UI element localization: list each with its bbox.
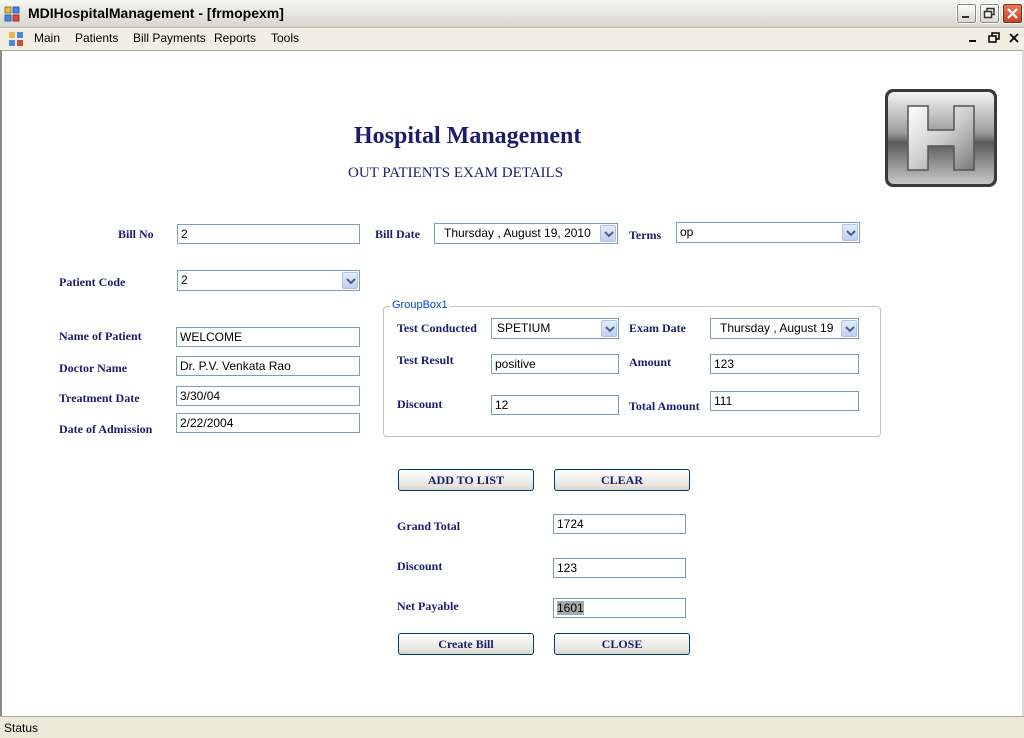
test-conducted-value: SPETIUM (497, 321, 551, 335)
mdi-close-icon[interactable] (1007, 31, 1021, 45)
mdi-restore-icon[interactable] (987, 31, 1001, 45)
close-window-button[interactable] (1002, 3, 1023, 24)
patient-name-field[interactable]: WELCOME (176, 327, 360, 347)
minimize-icon (962, 16, 969, 18)
test-conducted-dropdown-button[interactable] (601, 320, 617, 337)
exam-date-label: Exam Date (629, 321, 686, 335)
bill-date-picker[interactable]: Thursday , August 19, 2010 (434, 223, 618, 244)
menu-bill-payments[interactable]: Bill Payments (133, 31, 206, 45)
title-bar[interactable]: MDIHospitalManagement - [frmopexm] (0, 0, 1024, 28)
amount-field[interactable]: 123 (710, 354, 859, 374)
patient-code-dropdown-button[interactable] (342, 272, 358, 289)
exam-date-dropdown-button[interactable] (841, 320, 857, 337)
patient-name-label: Name of Patient (59, 329, 142, 343)
amount-label: Amount (629, 355, 672, 369)
doctor-name-field[interactable]: Dr. P.V. Venkata Rao (176, 356, 360, 376)
status-bar: Status (0, 716, 1024, 738)
page-title: Hospital Management (354, 123, 582, 149)
chevron-down-icon (605, 326, 615, 333)
exam-date-picker[interactable]: Thursday , August 19 (710, 318, 859, 339)
minimize-button[interactable] (956, 3, 977, 24)
bill-no-label: Bill No (118, 227, 154, 241)
terms-label: Terms (629, 228, 662, 242)
group-discount-label: Discount (397, 397, 443, 411)
menu-reports[interactable]: Reports (214, 31, 256, 45)
test-result-field[interactable]: positive (491, 354, 619, 374)
group-discount-field[interactable]: 12 (491, 395, 619, 415)
status-text: Status (4, 721, 39, 735)
close-icon (1007, 8, 1018, 19)
bill-date-value: Thursday , August 19, 2010 (444, 226, 591, 240)
window-title: MDIHospitalManagement - [frmopexm] (28, 5, 284, 21)
test-conducted-select[interactable]: SPETIUM (491, 318, 619, 339)
treatment-date-field[interactable]: 3/30/04 (176, 386, 360, 406)
menu-patients[interactable]: Patients (75, 31, 118, 45)
bill-no-field[interactable]: 2 (177, 224, 360, 244)
admission-date-label: Date of Admission (59, 422, 153, 436)
clear-button[interactable]: CLEAR (554, 469, 690, 491)
doctor-name-label: Doctor Name (59, 361, 128, 375)
grand-total-field[interactable]: 1724 (553, 514, 686, 534)
totals-discount-field[interactable]: 123 (553, 558, 686, 578)
hospital-logo-icon (885, 89, 997, 187)
menu-tools[interactable]: Tools (271, 31, 299, 45)
page-subtitle: OUT PATIENTS EXAM DETAILS (348, 165, 564, 181)
total-amount-label: Total Amount (629, 399, 700, 413)
group-box-title: GroupBox1 (390, 299, 450, 311)
net-payable-field[interactable]: 1601 (553, 598, 686, 618)
treatment-date-label: Treatment Date (59, 391, 140, 405)
patient-code-value: 2 (181, 273, 188, 287)
create-bill-button[interactable]: Create Bill (398, 633, 534, 655)
patient-code-select[interactable]: 2 (177, 270, 360, 291)
net-payable-label: Net Payable (397, 599, 459, 613)
terms-value: op (680, 225, 694, 239)
form-icon[interactable] (8, 31, 24, 47)
mdi-minimize-icon[interactable] (966, 31, 980, 45)
chevron-down-icon (604, 231, 614, 238)
add-to-list-button[interactable]: ADD TO LIST (398, 469, 534, 491)
close-button[interactable]: CLOSE (554, 633, 690, 655)
grand-total-label: Grand Total (397, 519, 461, 533)
chevron-down-icon (845, 326, 855, 333)
terms-select[interactable]: op (676, 222, 860, 243)
restore-button[interactable] (979, 3, 1000, 24)
bill-date-label: Bill Date (375, 227, 420, 241)
bill-date-dropdown-button[interactable] (600, 225, 616, 242)
menu-bar: Main Patients Bill Payments Reports Tool… (0, 28, 1024, 50)
total-amount-field[interactable]: 111 (710, 391, 859, 411)
terms-dropdown-button[interactable] (842, 224, 858, 241)
app-icon (4, 6, 20, 22)
test-conducted-label: Test Conducted (397, 321, 477, 335)
test-result-label: Test Result (397, 353, 454, 367)
restore-icon (983, 7, 995, 19)
chevron-down-icon (346, 278, 356, 285)
chevron-down-icon (846, 230, 856, 237)
net-payable-value: 1601 (557, 601, 584, 615)
form-client-area: Hospital Management OUT PATIENTS EXAM DE… (0, 50, 1024, 716)
totals-discount-label: Discount (397, 559, 443, 573)
admission-date-field[interactable]: 2/22/2004 (176, 413, 360, 433)
exam-date-value: Thursday , August 19 (720, 321, 834, 335)
patient-code-label: Patient Code (59, 275, 126, 289)
menu-main[interactable]: Main (34, 31, 60, 45)
